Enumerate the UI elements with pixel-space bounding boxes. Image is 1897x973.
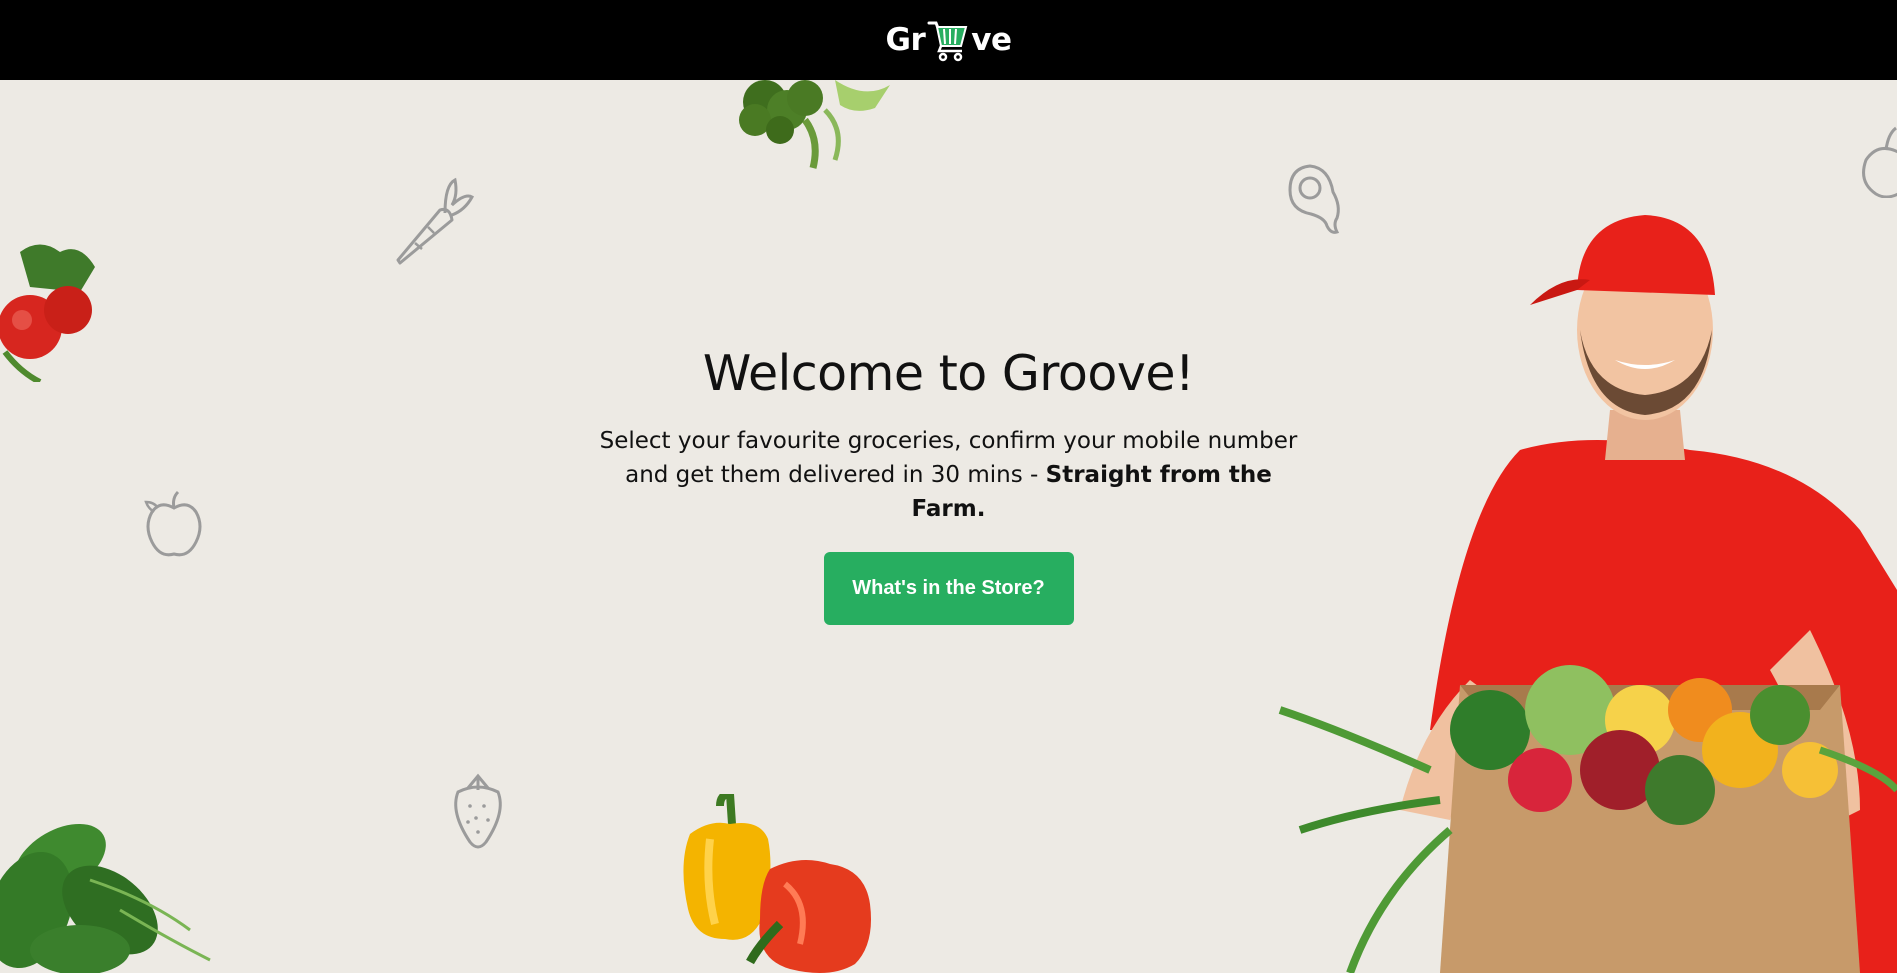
spinach-image <box>0 823 211 973</box>
subtitle-line-2: and get them delivered in 30 mins - <box>625 462 1046 488</box>
apple-outline-icon <box>1862 126 1897 198</box>
logo-text-left: Gr <box>885 22 926 58</box>
hero-section: Welcome to Groove! Select your favourite… <box>0 345 1897 625</box>
hero-subtitle: Select your favourite groceries, confirm… <box>589 424 1309 526</box>
top-header: Gr ve <box>0 0 1897 80</box>
carrot-outline-icon <box>396 177 475 265</box>
subtitle-line-1: Select your favourite groceries, confirm… <box>599 428 1298 454</box>
broccoli-image <box>739 80 890 169</box>
logo-text-right: ve <box>971 22 1012 58</box>
bell-peppers-image <box>683 794 871 973</box>
strawberry-outline-icon <box>454 773 502 849</box>
store-button[interactable]: What's in the Store? <box>823 552 1074 625</box>
shopping-cart-icon <box>927 21 968 62</box>
page-title: Welcome to Groove! <box>702 345 1195 402</box>
groove-logo[interactable]: Gr ve <box>886 18 1012 62</box>
